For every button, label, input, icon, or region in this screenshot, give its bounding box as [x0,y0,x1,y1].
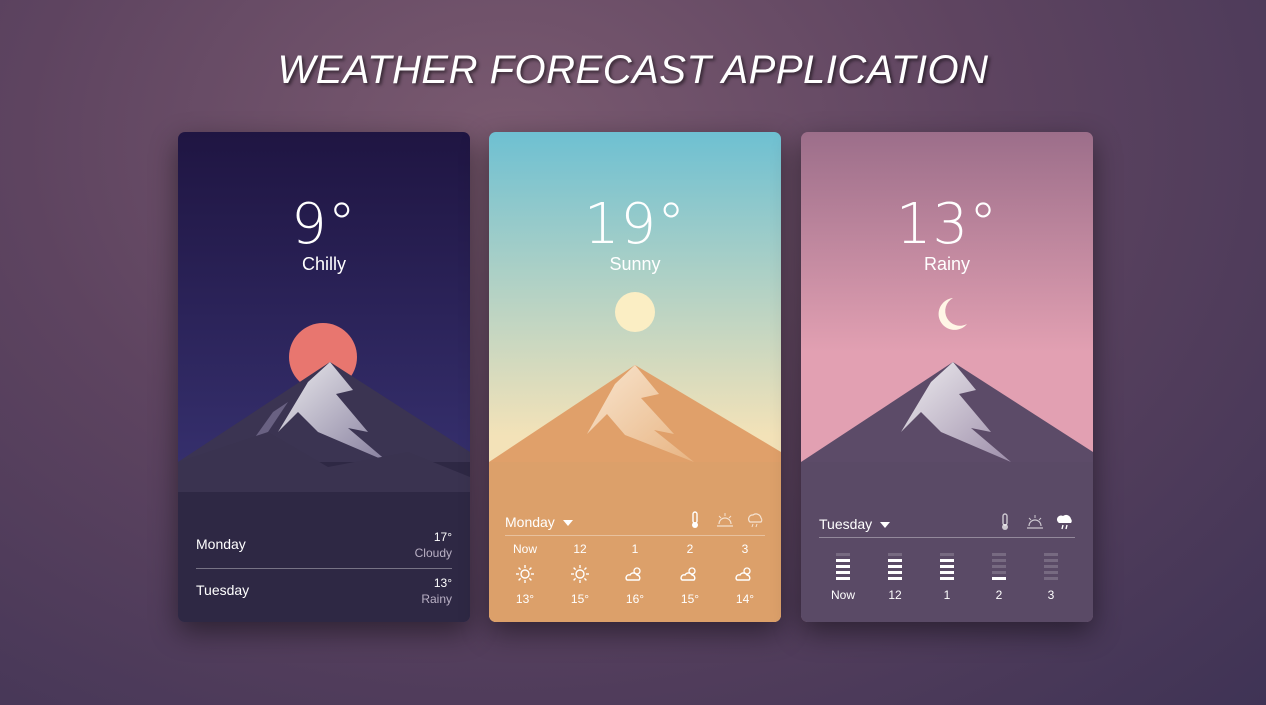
hour-label: 1 [631,542,639,556]
thermometer-icon[interactable] [995,512,1015,532]
hour-label: 3 [741,542,749,556]
condition-label: Rainy [923,254,971,274]
hour-temp: 14° [735,592,755,606]
rain-cloud-icon[interactable] [745,510,765,530]
hour-column[interactable]: 2 [979,548,1019,602]
hour-label: 3 [1047,588,1055,602]
hour-column[interactable]: Now [823,548,863,602]
sun-icon [505,564,545,584]
chevron-down-icon [562,520,573,527]
hour-label: 2 [995,588,1003,602]
hour-column[interactable]: 1 [927,548,967,602]
forecast-row-tuesday[interactable]: Tuesday 13° Rainy [196,576,452,606]
divider [505,535,765,536]
hour-label: Now [512,542,537,556]
hourly-rain-levels: Now 12 1 2 3 [823,548,1071,602]
day-temp: 17° [433,530,452,544]
divider [819,537,1075,538]
chevron-down-icon [880,522,891,529]
day-selector[interactable]: Monday [505,514,573,530]
hour-temp: 16° [625,592,645,606]
hour-temp: 15° [680,592,700,606]
condition-label: Sunny [609,254,661,274]
selected-day-label: Monday [505,514,555,530]
forecast-row-monday[interactable]: Monday 17° Cloudy [196,530,452,560]
day-label: Monday [196,536,246,552]
partly-cloudy-icon [615,564,655,584]
hour-column[interactable]: 1 16° [615,542,655,606]
weather-card-rainy[interactable]: 13° Rainy Tuesday Now 12 1 2 3 [801,132,1093,622]
rain-level-bars [875,548,915,580]
rain-level-bars [1031,548,1071,580]
hour-label: Now [830,588,855,602]
day-temp: 13° [433,576,452,590]
forecast-header: Tuesday [819,512,1075,536]
day-condition: Rainy [421,592,452,606]
hour-label: 1 [943,588,951,602]
weather-card-chilly[interactable]: 9° Chilly Monday 17° Cloudy Tuesday 13° … [178,132,470,622]
hour-temp: 13° [515,592,535,606]
divider [196,568,452,569]
rain-level-bars [823,548,863,580]
hourly-forecast: Now 13° 12 15° 1 16° 2 15° 3 14° [505,542,765,606]
day-selector[interactable]: Tuesday [819,516,891,532]
hour-column[interactable]: 3 14° [725,542,765,606]
day-label: Tuesday [196,582,250,598]
selected-day-label: Tuesday [819,516,873,532]
hour-column[interactable]: 3 [1031,548,1071,602]
sunrise-icon[interactable] [1025,512,1045,532]
hour-label: 12 [888,588,902,602]
hour-temp: 15° [570,592,590,606]
page-title: WEATHER FORECAST APPLICATION [277,48,989,92]
partly-cloudy-icon [670,564,710,584]
thermometer-icon[interactable] [685,510,705,530]
temperature: 13° [895,192,999,257]
hour-column[interactable]: Now 13° [505,542,545,606]
temperature: 19° [583,192,687,257]
rain-level-bars [927,548,967,580]
sun-icon [615,292,655,332]
day-condition: Cloudy [414,546,452,560]
weather-card-sunny[interactable]: 19° Sunny Monday Now 13° 12 15° 1 16° 2 [489,132,781,622]
temperature: 9° [291,192,357,257]
rain-level-bars [979,548,1019,580]
partly-cloudy-icon [725,564,765,584]
hour-column[interactable]: 12 15° [560,542,600,606]
hour-column[interactable]: 12 [875,548,915,602]
sun-icon [560,564,600,584]
sunrise-icon[interactable] [715,510,735,530]
hour-column[interactable]: 2 15° [670,542,710,606]
hour-label: 12 [573,542,587,556]
hour-label: 2 [686,542,694,556]
condition-label: Chilly [301,254,346,274]
forecast-header: Monday [505,510,765,534]
rain-cloud-icon[interactable] [1055,512,1075,532]
